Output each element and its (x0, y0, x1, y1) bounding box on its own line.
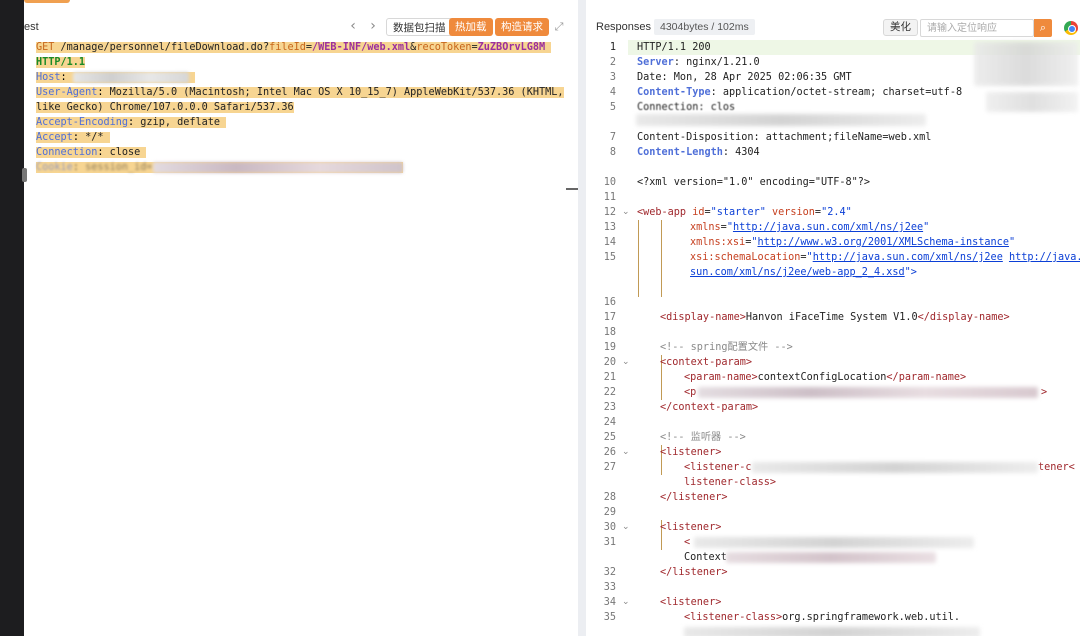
redacted-overlay (986, 92, 1078, 112)
redacted-overlay (974, 42, 1078, 86)
code-line-8: 8 Content-Length: 4304 (609, 147, 760, 158)
expand-icon[interactable]: ⤢ (552, 20, 566, 34)
fold-chevron-icon[interactable]: ⌄ (622, 520, 630, 535)
code-line-30: 30 ⌄ <listener> (603, 520, 722, 535)
response-size-badge: 4304bytes / 102ms (654, 19, 755, 35)
cookie-header: Cookie: session_id= (36, 160, 566, 175)
response-title: Responses (596, 21, 652, 33)
left-window-strip (0, 0, 24, 636)
chevron-left-icon[interactable]: ‹ (345, 18, 361, 34)
chevron-right-icon[interactable]: › (365, 18, 381, 34)
redacted-listener-class-2 (694, 537, 974, 548)
redacted-context-class (726, 552, 936, 563)
code-line-28: 28 </listener> (603, 492, 728, 503)
code-line-15: 15 xsi:schemaLocation="http://java.sun.co… (603, 252, 1080, 263)
code-line-16: 16 (603, 297, 616, 308)
code-line-11: 11 (603, 192, 616, 203)
beautify-button[interactable]: 美化 (883, 19, 918, 36)
http-version-line: HTTP/1.1 (36, 57, 86, 68)
fold-chevron-icon[interactable]: ⌄ (622, 355, 630, 370)
code-line-21: 21 <param-name>contextConfigLocation</par… (603, 372, 967, 383)
code-line-27-wrap: listener-class> (684, 477, 777, 488)
redacted-listener-class (752, 462, 1038, 473)
code-line-17: 17 <display-name>Hanvon iFaceTime System … (603, 312, 1010, 323)
code-line-24: 24 (603, 417, 616, 428)
code-line-12: 12 ⌄ <web-app id="starter" version="2.4" (603, 205, 852, 220)
request-panel: est ‹ › 数据包扫描 热加载 构造请求 ⤢ GET /manage/per… (24, 14, 578, 636)
accept-encoding-header: Accept-Encoding: gzip, deflate (36, 115, 566, 130)
accept-header: Accept: */* (36, 130, 566, 145)
search-icon[interactable]: ⌕ (1034, 19, 1052, 37)
code-line-20: 20 ⌄ <context-param> (603, 355, 753, 370)
code-line-35: 35 <listener-class>org.springframework.we… (603, 612, 961, 623)
code-line-10: 10 <?xml version="1.0" encoding="UTF-8"?> (603, 177, 871, 188)
fold-chevron-icon[interactable]: ⌄ (622, 205, 630, 220)
connection-header: Connection: close (36, 145, 566, 160)
text-cursor (566, 188, 578, 190)
request-header: est ‹ › 数据包扫描 热加载 构造请求 ⤢ (24, 14, 578, 40)
code-line-14: 14 xmlns:xsi="http://www.w3.org/2001/XMLS… (603, 237, 1016, 248)
redacted-param-value (698, 387, 1038, 398)
resize-handle[interactable] (22, 168, 27, 182)
request-editor[interactable]: GET /manage/personnel/fileDownload.do?fi… (36, 40, 566, 175)
fold-chevron-icon[interactable]: ⌄ (622, 445, 630, 460)
code-line-18: 18 (603, 327, 616, 338)
chrome-icon[interactable] (1064, 21, 1078, 35)
code-line-25: 25 <!-- 监听器 --> (603, 432, 746, 443)
request-title: est (24, 21, 39, 33)
response-header: Responses 4304bytes / 102ms 美化 ⌕ (586, 14, 1080, 40)
fold-chevron-icon[interactable]: ⌄ (622, 595, 630, 610)
code-line-32: 32 </listener> (603, 567, 728, 578)
active-tab-indicator (24, 0, 70, 3)
construct-request-button[interactable]: 构造请求 (495, 18, 549, 36)
user-agent-header: User-Agent: Mozilla/5.0 (Macintosh; Inte… (36, 87, 564, 113)
code-line-23: 23 </context-param> (603, 402, 759, 413)
host-header: Host: (36, 70, 566, 85)
code-line-29: 29 (603, 507, 616, 518)
hot-reload-button[interactable]: 热加载 (449, 18, 493, 36)
locate-response-input[interactable] (920, 19, 1034, 37)
request-line: GET /manage/personnel/fileDownload.do?fi… (36, 40, 566, 55)
code-line-19: 19 <!-- spring配置文件 --> (603, 342, 793, 353)
code-line-34: 34 ⌄ <listener> (603, 595, 722, 610)
pane-splitter[interactable] (578, 0, 586, 636)
code-line-26: 26 ⌄ <listener> (603, 445, 722, 460)
packet-scan-button[interactable]: 数据包扫描 (386, 18, 453, 36)
response-panel: Responses 4304bytes / 102ms 美化 ⌕ 1HTTP/1… (586, 14, 1080, 636)
code-line-33: 33 (603, 582, 616, 593)
code-line-15-wrap: sun.com/xml/ns/j2ee/web-app_2_4.xsd"> (690, 267, 917, 278)
redacted-listener-class-3 (684, 627, 980, 636)
redacted-header (636, 114, 926, 126)
code-line-7: 7 Content-Disposition: attachment;fileNam… (609, 132, 932, 143)
code-line-13: 13 xmlns="http://java.sun.com/xml/ns/j2ee… (603, 222, 930, 233)
